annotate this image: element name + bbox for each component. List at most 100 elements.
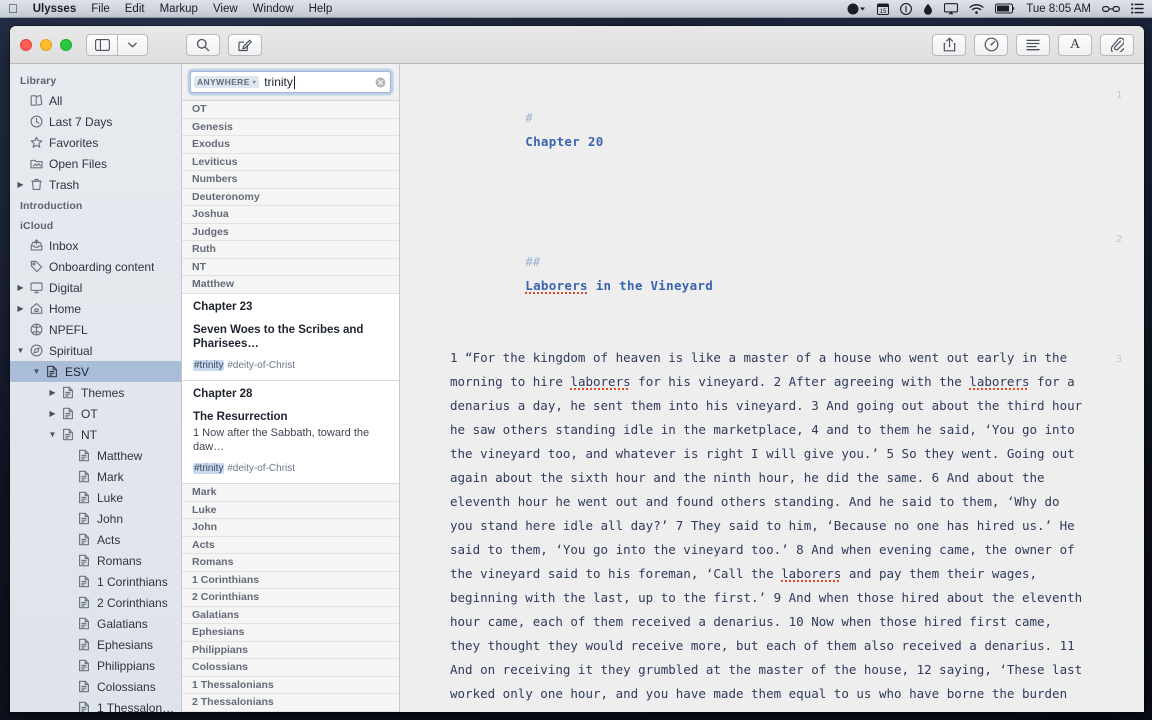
search-icon[interactable] [186, 33, 220, 56]
minimize-button[interactable] [40, 38, 52, 51]
sidebar-item-themes[interactable]: ▶ Themes [10, 382, 181, 403]
menu-item-window[interactable]: Window [253, 3, 294, 15]
results-group-header[interactable]: Mark [182, 484, 399, 502]
editor-pane[interactable]: # Chapter 20 1 ## Laborers in the Vineya… [400, 64, 1144, 712]
results-group-header[interactable]: John [182, 519, 399, 537]
menu-item-file[interactable]: File [91, 3, 110, 15]
glasses-icon[interactable] [1102, 2, 1120, 16]
sidebar-item-trash[interactable]: ▶ Trash [10, 174, 181, 195]
sidebar-toggle-icon[interactable] [86, 33, 118, 56]
results-group-header[interactable]: 2 Thessalonians [182, 694, 399, 712]
menu-bar-clock[interactable]: Tue 8:05 AM [1026, 3, 1091, 15]
chevron-down-icon[interactable] [118, 33, 148, 56]
disclosure-collapsed-icon[interactable]: ▶ [46, 388, 59, 397]
disclosure-expanded-icon[interactable]: ▼ [46, 430, 59, 439]
sidebar-item-matthew[interactable]: Matthew [10, 445, 181, 466]
results-group-header[interactable]: Luke [182, 501, 399, 520]
typography-icon[interactable]: A [1058, 33, 1092, 56]
sidebar-item-2-corinthians[interactable]: 2 Corinthians [10, 592, 181, 613]
dashboard-icon[interactable] [974, 33, 1008, 56]
vpn-dropdown-icon[interactable] [846, 2, 866, 16]
sidebar-item-philippians[interactable]: Philippians [10, 655, 181, 676]
results-group-header[interactable]: Genesis [182, 118, 399, 136]
menu-item-edit[interactable]: Edit [125, 3, 145, 15]
search-input[interactable]: ANYWHERE ▾ trinity [190, 71, 391, 93]
results-group-header[interactable]: Joshua [182, 206, 399, 224]
results-group-header[interactable]: Colossians [182, 659, 399, 677]
sidebar-item-nt[interactable]: ▼ NT [10, 424, 181, 445]
menu-item-view[interactable]: View [213, 3, 238, 15]
results-group-header[interactable]: OT [182, 101, 399, 119]
zoom-button[interactable] [60, 38, 72, 51]
tag[interactable]: #deity-of-Christ [224, 360, 295, 371]
results-group-header[interactable]: Judges [182, 223, 399, 241]
results-group-header[interactable]: NT [182, 258, 399, 276]
results-group-header[interactable]: 1 Thessalonians [182, 676, 399, 695]
results-group-header[interactable]: Matthew [182, 276, 399, 294]
sidebar-item-all[interactable]: All [10, 90, 181, 111]
result-card[interactable]: Chapter 28 The Resurrection 1 Now after th… [182, 381, 399, 485]
sidebar-item-galatians[interactable]: Galatians [10, 613, 181, 634]
sidebar-item-favorites[interactable]: Favorites [10, 132, 181, 153]
sidebar-item-ot[interactable]: ▶ OT [10, 403, 181, 424]
sidebar-item-1-thessalonia[interactable]: 1 Thessalonia… [10, 697, 181, 712]
compose-icon[interactable] [228, 33, 262, 56]
results-group-header[interactable]: Numbers [182, 171, 399, 189]
results-group-header[interactable]: 2 Corinthians [182, 589, 399, 607]
sidebar-item-luke[interactable]: Luke [10, 487, 181, 508]
outline-icon[interactable] [1016, 33, 1050, 56]
sidebar-item-mark[interactable]: Mark [10, 466, 181, 487]
results-list[interactable]: OT Genesis Exodus Leviticus Numbers Deuterono… [182, 101, 399, 712]
calendar-icon[interactable]: 15 [877, 2, 890, 16]
results-group-header[interactable]: Galatians [182, 606, 399, 625]
disclosure-collapsed-icon[interactable]: ▶ [14, 304, 27, 313]
sidebar-item-spiritual[interactable]: ▼ Spiritual [10, 340, 181, 361]
disclosure-expanded-icon[interactable]: ▼ [30, 367, 43, 376]
search-scope-selector[interactable]: ANYWHERE ▾ [194, 76, 260, 88]
sidebar-item-acts[interactable]: Acts [10, 529, 181, 550]
editor-content[interactable]: # Chapter 20 1 ## Laborers in the Vineya… [400, 64, 1144, 712]
results-group-header[interactable]: Leviticus [182, 153, 399, 171]
disclosure-collapsed-icon[interactable]: ▶ [46, 409, 59, 418]
results-group-header[interactable]: Deuteronomy [182, 188, 399, 206]
result-card[interactable]: Chapter 23 Seven Woes to the Scribes and … [182, 293, 399, 382]
sidebar-item-romans[interactable]: Romans [10, 550, 181, 571]
info-circle-icon[interactable] [900, 2, 913, 16]
sidebar-item-digital[interactable]: ▶ Digital [10, 277, 181, 298]
results-group-header[interactable]: Philippians [182, 641, 399, 660]
sidebar-item-esv[interactable]: ▼ ESV [10, 361, 181, 382]
droplet-icon[interactable] [923, 2, 933, 16]
apple-logo-icon[interactable]:  [8, 2, 18, 15]
menu-item-markup[interactable]: Markup [160, 3, 198, 15]
sidebar-item-ephesians[interactable]: Ephesians [10, 634, 181, 655]
sidebar-item-npefl[interactable]: NPEFL [10, 319, 181, 340]
tag-match[interactable]: #trinity [193, 463, 225, 475]
tag[interactable]: #deity-of-Christ [224, 463, 295, 474]
sidebar-item-onboarding-content[interactable]: Onboarding content [10, 256, 181, 277]
library-sidebar[interactable]: Library All Last 7 Days Favorites Open Files… [10, 64, 182, 712]
results-group-header[interactable]: Exodus [182, 136, 399, 154]
clear-search-icon[interactable] [375, 77, 386, 88]
disclosure-collapsed-icon[interactable]: ▶ [14, 283, 27, 292]
sidebar-item-open-files[interactable]: Open Files [10, 153, 181, 174]
sidebar-item-colossians[interactable]: Colossians [10, 676, 181, 697]
sidebar-item-john[interactable]: John [10, 508, 181, 529]
results-group-header[interactable]: Romans [182, 554, 399, 572]
menu-item-help[interactable]: Help [309, 3, 333, 15]
share-icon[interactable] [932, 33, 966, 56]
results-group-header[interactable]: Ephesians [182, 624, 399, 642]
menu-item-ulysses[interactable]: Ulysses [33, 3, 76, 15]
control-center-icon[interactable] [1131, 2, 1144, 16]
wifi-icon[interactable] [969, 2, 984, 16]
results-group-header[interactable]: 1 Corinthians [182, 571, 399, 590]
sidebar-item-last-7-days[interactable]: Last 7 Days [10, 111, 181, 132]
close-button[interactable] [20, 38, 32, 51]
results-group-header[interactable]: Acts [182, 536, 399, 555]
results-group-header[interactable]: Ruth [182, 241, 399, 259]
sidebar-item-home[interactable]: ▶ Home [10, 298, 181, 319]
airplay-icon[interactable] [944, 2, 959, 16]
tag-match[interactable]: #trinity [193, 360, 225, 372]
disclosure-collapsed-icon[interactable]: ▶ [14, 180, 27, 189]
sidebar-item-inbox[interactable]: Inbox [10, 235, 181, 256]
sidebar-item-1-corinthians[interactable]: 1 Corinthians [10, 571, 181, 592]
